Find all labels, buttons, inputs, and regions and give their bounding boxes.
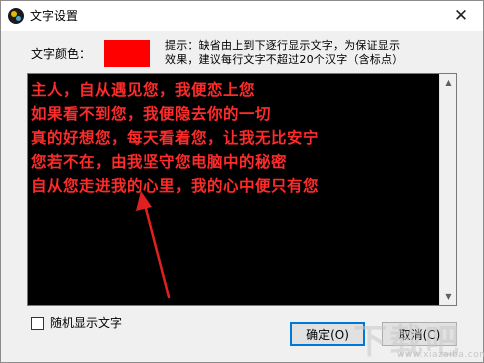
window-title: 文字设置 xyxy=(30,9,79,23)
scroll-up-icon[interactable]: ▲ xyxy=(440,74,457,91)
watermark-url: www.xiazaiba.com xyxy=(397,350,484,360)
hint-line-1: 提示：缺省由上到下逐行显示文字，为保证显示 xyxy=(165,39,401,52)
text-line: 如果看不到您，我便隐去你的一切 xyxy=(31,104,272,123)
title-bar: 文字设置 ✕ xyxy=(1,1,483,31)
random-display-label: 随机显示文字 xyxy=(50,316,123,330)
random-display-option[interactable]: 随机显示文字 xyxy=(31,316,122,330)
hint-text: 提示：缺省由上到下逐行显示文字，为保证显示 效果，建议每行文字不超过20个汉字（… xyxy=(165,39,465,67)
scroll-down-icon[interactable]: ▼ xyxy=(440,288,457,305)
text-line: 您若不在，由我坚守您电脑中的秘密 xyxy=(31,152,288,171)
random-display-checkbox[interactable] xyxy=(31,316,44,330)
text-line: 主人，自从遇见您，我便恋上您 xyxy=(31,80,256,99)
vertical-scrollbar[interactable]: ▲ ▼ xyxy=(439,74,456,305)
text-color-label: 文字颜色： xyxy=(31,47,92,61)
app-icon xyxy=(8,8,24,24)
watermark: 下载吧 www.xiazaiba.com xyxy=(353,314,484,362)
text-lines: 主人，自从遇见您，我便恋上您 如果看不到您，我便隐去你的一切 真的好想您，每天看… xyxy=(31,78,439,198)
hint-line-2: 效果，建议每行文字不超过20个汉字（含标点） xyxy=(165,53,404,66)
text-line: 真的好想您，每天看着您，让我无比安宁 xyxy=(31,128,320,147)
settings-dialog: 文字设置 ✕ 文字颜色： 提示：缺省由上到下逐行显示文字，为保证显示 效果，建议… xyxy=(0,0,484,363)
close-button[interactable]: ✕ xyxy=(445,4,477,28)
text-color-swatch[interactable] xyxy=(104,40,150,67)
dialog-content: 文字颜色： 提示：缺省由上到下逐行显示文字，为保证显示 效果，建议每行文字不超过… xyxy=(1,31,483,362)
text-line: 自从您走进我的心里，我的心中便只有您 xyxy=(31,176,320,195)
text-input-area[interactable]: 主人，自从遇见您，我便恋上您 如果看不到您，我便隐去你的一切 真的好想您，每天看… xyxy=(27,73,457,306)
